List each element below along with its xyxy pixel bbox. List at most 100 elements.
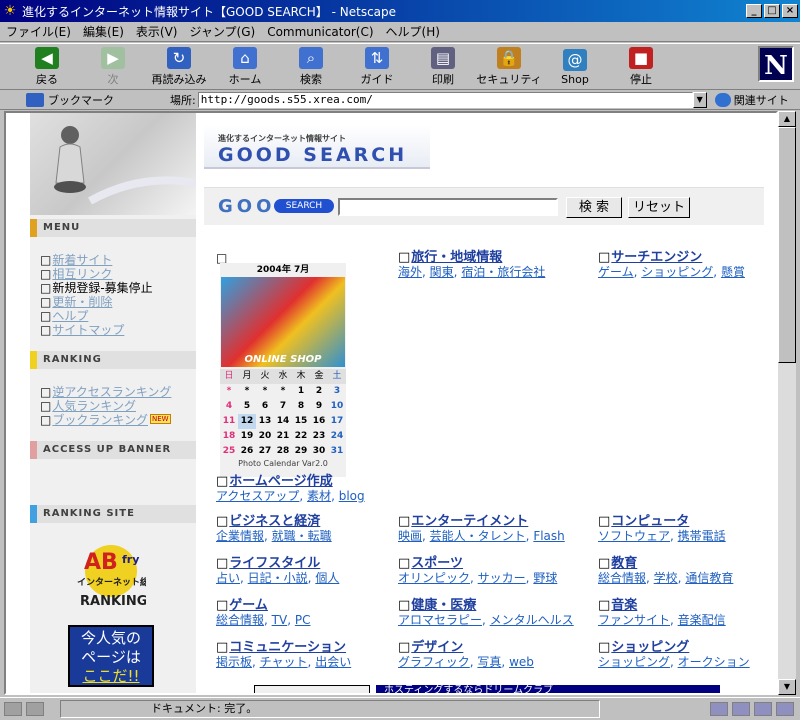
toolbar-button-9[interactable]: ■ 停止: [608, 44, 674, 90]
sidebar-link-help[interactable]: ヘルプ: [40, 309, 88, 323]
search-submit-button[interactable]: 検 索: [566, 197, 622, 218]
subcategory-link[interactable]: 出会い: [315, 655, 351, 669]
composer-tray-icon[interactable]: [776, 702, 794, 716]
subcategory-link[interactable]: 素材: [307, 489, 331, 503]
subcategory-link[interactable]: 海外: [398, 265, 422, 279]
subcategory-link[interactable]: アクセスアップ: [216, 489, 299, 503]
sidebar-link-mutual-links[interactable]: 相互リンク: [40, 267, 112, 281]
search-input[interactable]: [338, 198, 558, 216]
subcategory-link[interactable]: ソフトウェア: [598, 529, 670, 543]
subcategory-link[interactable]: 掲示板: [216, 655, 252, 669]
ab-fry-ranking-banner[interactable]: AB fry インターネット総合 RANKING: [76, 541, 159, 611]
category-title-link[interactable]: デザイン: [398, 641, 534, 655]
subcategory-link[interactable]: サッカー: [478, 571, 526, 585]
subcategory-link[interactable]: Flash: [533, 529, 564, 543]
news-tray-icon[interactable]: [754, 702, 772, 716]
related-sites-button[interactable]: 関連サイト: [714, 92, 789, 108]
bookmarks-button[interactable]: ブックマーク: [0, 92, 170, 108]
calendar-photo[interactable]: ONLINE SHOP: [221, 277, 345, 367]
subcategory-link[interactable]: 音楽配信: [678, 613, 726, 627]
subcategory-link[interactable]: 日記・小説: [248, 571, 308, 585]
category-title-link[interactable]: 健康・医療: [398, 599, 574, 613]
category-title-link[interactable]: ビジネスと経済: [216, 515, 332, 529]
subcategory-link[interactable]: ファンサイト: [598, 613, 670, 627]
subcategory-link[interactable]: 携帯電話: [678, 529, 726, 543]
subcategory-link[interactable]: web: [509, 655, 534, 669]
scroll-up-button[interactable]: ▲: [778, 111, 796, 127]
url-dropdown-button[interactable]: ▼: [692, 91, 707, 108]
category-title-link[interactable]: エンターテイメント: [398, 515, 565, 529]
navigator-tray-icon[interactable]: [710, 702, 728, 716]
menu-communicator[interactable]: Communicator(C): [267, 25, 373, 39]
subcategory-link[interactable]: 関東: [430, 265, 454, 279]
security-status-icon[interactable]: [4, 702, 22, 716]
subcategory-link[interactable]: 占い: [216, 571, 240, 585]
sidebar-link-update-delete[interactable]: 更新・削除: [40, 295, 112, 309]
toolbar-button-2[interactable]: ↻ 再読み込み: [146, 44, 212, 90]
menu-help[interactable]: ヘルプ(H): [386, 23, 440, 40]
subcategory-link[interactable]: 映画: [398, 529, 422, 543]
subcategory-link[interactable]: メンタルヘルス: [490, 613, 574, 627]
category-title-link[interactable]: 旅行・地域情報: [398, 251, 545, 265]
sidebar-link-new-sites[interactable]: 新着サイト: [40, 253, 112, 267]
menu-go[interactable]: ジャンプ(G): [189, 23, 255, 40]
popular-pages-banner[interactable]: 今人気の ページは ここだ!!: [68, 625, 154, 687]
menu-view[interactable]: 表示(V): [136, 23, 178, 40]
subcategory-link[interactable]: ゲーム: [598, 265, 634, 279]
subcategory-link[interactable]: オリンピック: [398, 571, 470, 585]
sidebar-link-book-ranking[interactable]: ブックランキング: [40, 413, 148, 427]
toolbar-button-6[interactable]: ▤ 印刷: [410, 44, 476, 90]
sidebar-link-popular-ranking[interactable]: 人気ランキング: [40, 399, 136, 413]
toolbar-button-7[interactable]: 🔒 セキュリティ: [476, 44, 542, 90]
vertical-scrollbar[interactable]: ▲ ▼: [778, 111, 796, 695]
toolbar-button-0[interactable]: ◀ 戻る: [14, 44, 80, 90]
subcategory-link[interactable]: PC: [295, 613, 311, 627]
subcategory-link[interactable]: TV: [272, 613, 288, 627]
subcategory-link[interactable]: blog: [339, 489, 365, 503]
toolbar-button-3[interactable]: ⌂ ホーム: [212, 44, 278, 90]
category-title-link[interactable]: ホームページ作成: [216, 475, 365, 489]
menu-edit[interactable]: 編集(E): [83, 23, 124, 40]
subcategory-link[interactable]: 宿泊・旅行会社: [461, 265, 545, 279]
minimize-button[interactable]: _: [746, 4, 762, 18]
sidebar-link-sitemap[interactable]: サイトマップ: [40, 323, 124, 337]
subcategory-link[interactable]: ショッピング: [598, 655, 670, 669]
toolbar-button-5[interactable]: ⇅ ガイド: [344, 44, 410, 90]
category-title-link[interactable]: コミュニケーション: [216, 641, 351, 655]
subcategory-link[interactable]: 芸能人・タレント: [430, 529, 526, 543]
subcategory-link[interactable]: 野球: [533, 571, 557, 585]
mail-tray-icon[interactable]: [732, 702, 750, 716]
subcategory-link[interactable]: アロマセラピー: [398, 613, 482, 627]
category-title-link[interactable]: コンピュータ: [598, 515, 726, 529]
category-title-link[interactable]: スポーツ: [398, 557, 557, 571]
subcategory-link[interactable]: 総合情報: [598, 571, 646, 585]
scroll-down-button[interactable]: ▼: [778, 679, 796, 695]
subcategory-link[interactable]: ショッピング: [641, 265, 713, 279]
category-title-link[interactable]: 音楽: [598, 599, 726, 613]
subcategory-link[interactable]: 企業情報: [216, 529, 264, 543]
search-reset-button[interactable]: リセット: [628, 197, 690, 218]
subcategory-link[interactable]: 通信教育: [685, 571, 733, 585]
category-title-link[interactable]: ショッピング: [598, 641, 750, 655]
subcategory-link[interactable]: グラフィック: [398, 655, 470, 669]
url-field[interactable]: http://goods.s55.xrea.com/: [197, 91, 693, 108]
subcategory-link[interactable]: 個人: [315, 571, 339, 585]
maximize-button[interactable]: □: [764, 4, 780, 18]
subcategory-link[interactable]: 懸賞: [721, 265, 745, 279]
close-button[interactable]: ×: [782, 4, 798, 18]
category-title-link[interactable]: サーチエンジン: [598, 251, 745, 265]
subcategory-link[interactable]: 写真: [477, 655, 501, 669]
scroll-thumb[interactable]: [778, 127, 796, 363]
menu-file[interactable]: ファイル(E): [6, 23, 71, 40]
subcategory-link[interactable]: 学校: [654, 571, 678, 585]
category-title-link[interactable]: 教育: [598, 557, 733, 571]
subcategory-link[interactable]: チャット: [260, 655, 308, 669]
toolbar-button-1[interactable]: ▶ 次: [80, 44, 146, 90]
subcategory-link[interactable]: 総合情報: [216, 613, 264, 627]
category-title-link[interactable]: ゲーム: [216, 599, 310, 613]
subcategory-link[interactable]: オークション: [678, 655, 750, 669]
subcategory-link[interactable]: 就職・転職: [272, 529, 332, 543]
toolbar-button-4[interactable]: ⌕ 検索: [278, 44, 344, 90]
category-title-link[interactable]: ライフスタイル: [216, 557, 339, 571]
sidebar-link-reverse-access-ranking[interactable]: 逆アクセスランキング: [40, 385, 171, 399]
